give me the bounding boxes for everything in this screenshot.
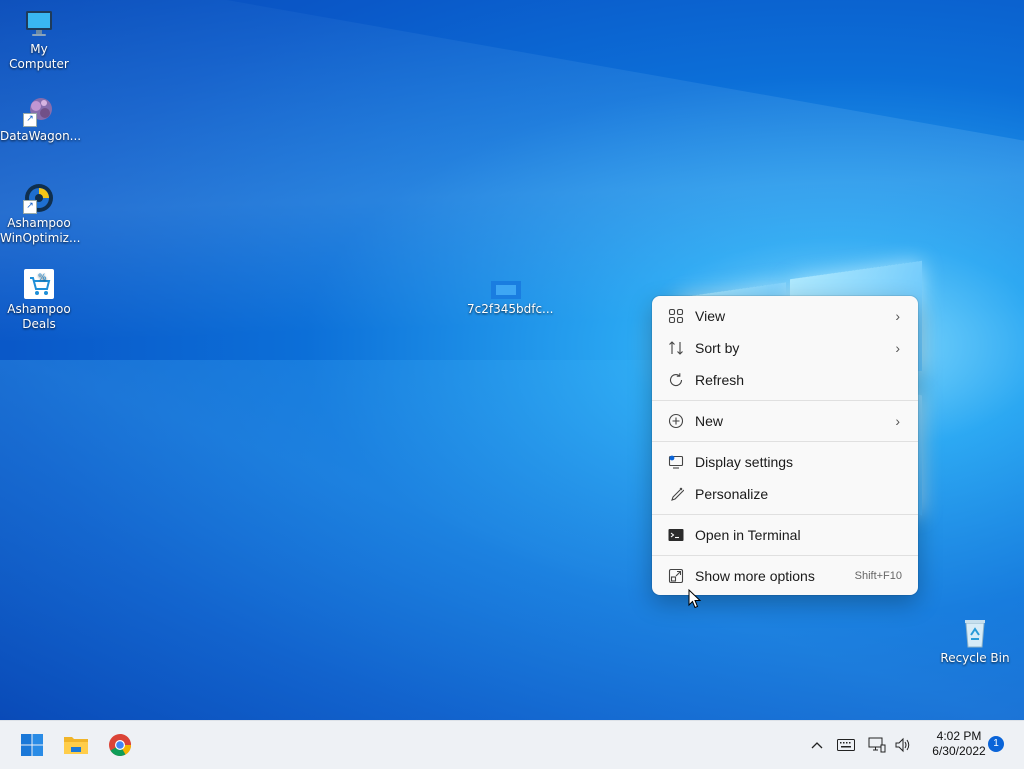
desktop-icon-label: Ashampoo Deals [7,302,71,331]
shortcut-arrow-icon: ↗ [23,200,37,214]
start-button[interactable] [16,729,48,761]
menu-item-open-in-terminal[interactable]: Open in Terminal [656,520,914,550]
terminal-icon [667,526,685,544]
chevron-up-icon [811,742,823,749]
mouse-cursor-icon [688,589,702,609]
chrome-icon [109,734,131,756]
chevron-right-icon: › [895,308,900,324]
datawagon-icon: ↗ [23,95,55,127]
desktop-icon-ashampoo-deals[interactable]: % Ashampoo Deals [0,268,78,332]
keyboard-shortcut: Shift+F10 [854,570,902,582]
desktop-icon-recycle-bin[interactable]: Recycle Bin [936,617,1014,666]
speaker-icon [895,737,910,753]
desktop-icon-datawagon[interactable]: ↗ DataWagon... [0,95,82,144]
menu-item-label: View [695,308,726,324]
recycle-bin-icon [959,617,991,649]
display-icon [667,453,685,471]
menu-item-show-more-options[interactable]: Show more options Shift+F10 [656,561,914,591]
desktop-icon-label: Ashampoo WinOptimiz... [0,216,81,245]
keyboard-tray-button[interactable] [834,721,858,769]
menu-item-sort-by[interactable]: Sort by › [656,333,914,363]
menu-item-label: Show more options [695,568,815,584]
chevron-right-icon: › [895,340,900,356]
volume-tray-button[interactable] [892,721,914,769]
menu-item-personalize[interactable]: Personalize [656,479,914,509]
menu-item-new[interactable]: New › [656,406,914,436]
menu-item-label: Personalize [695,486,769,502]
desktop-icon-screenshot-file[interactable]: 7c2f345bdfc... [467,280,554,317]
menu-item-label: Display settings [695,454,794,470]
network-icon [868,737,886,753]
sort-icon [667,339,685,357]
refresh-icon [667,371,685,389]
deals-cart-icon: % [23,268,55,300]
menu-separator [652,441,918,442]
menu-separator [652,514,918,515]
shortcut-arrow-icon: ↗ [23,113,37,127]
chevron-right-icon: › [895,413,900,429]
keyboard-icon [837,739,855,751]
menu-item-label: Refresh [695,372,745,388]
image-file-icon [490,280,522,300]
desktop-context-menu: View › Sort by › Refresh New › Display s… [652,296,918,595]
windows-start-icon [21,734,43,756]
menu-separator [652,400,918,401]
grid-icon [667,307,685,325]
desktop-icon-ashampoo-winoptimizer[interactable]: ↗ Ashampoo WinOptimiz... [0,182,81,246]
menu-item-refresh[interactable]: Refresh [656,365,914,395]
svg-text:%: % [38,273,47,283]
folder-icon [64,737,88,754]
chrome-button[interactable] [104,729,136,761]
desktop-icon-label: My Computer [9,42,69,71]
more-options-icon [667,567,685,585]
menu-item-label: Open in Terminal [695,527,801,543]
menu-item-view[interactable]: View › [656,301,914,331]
file-explorer-button[interactable] [60,729,92,761]
desktop-icon-my-computer[interactable]: My Computer [0,8,78,72]
brush-icon [667,485,685,503]
show-hidden-icons-button[interactable] [806,721,828,769]
desktop-icon-label: Recycle Bin [940,651,1010,665]
desktop-icon-label: DataWagon... [0,129,82,143]
menu-separator [652,555,918,556]
monitor-icon [23,8,55,40]
menu-item-label: Sort by [695,340,740,356]
winoptimizer-icon: ↗ [23,182,55,214]
menu-item-display-settings[interactable]: Display settings [656,447,914,477]
menu-item-label: New [695,413,724,429]
taskbar: 4:02 PM 6/30/2022 [0,720,1024,769]
plus-circle-icon [667,412,685,430]
network-tray-button[interactable] [866,721,888,769]
notification-badge[interactable]: 1 [988,736,1004,752]
desktop-icon-label: 7c2f345bdfc... [467,302,554,316]
